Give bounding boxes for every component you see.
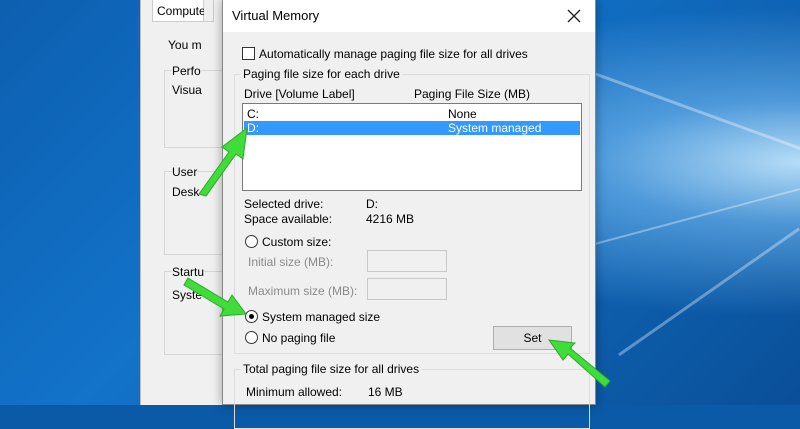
set-button[interactable]: Set: [493, 326, 572, 350]
close-icon: [567, 9, 581, 23]
maximum-size-field[interactable]: [367, 278, 447, 300]
startup-group: [164, 271, 224, 355]
selected-drive-value: D:: [366, 197, 378, 211]
dialog-title: Virtual Memory: [232, 8, 320, 23]
user-profiles-text: Desk: [172, 185, 200, 199]
minimum-allowed-label: Minimum allowed:: [246, 385, 343, 399]
tab-computer-name[interactable]: Compute: [152, 0, 206, 22]
total-paging-group: [234, 369, 590, 429]
list-item-drive-d[interactable]: D: System managed: [244, 121, 580, 135]
drive-paging-size: None: [448, 107, 477, 121]
minimum-allowed-value: 16 MB: [368, 385, 403, 399]
column-header-size: Paging File Size (MB): [414, 87, 531, 101]
space-available-label: Space available:: [244, 212, 333, 226]
drive-list[interactable]: C: None D: System managed: [242, 103, 582, 191]
no-paging-label: No paging file: [262, 331, 336, 345]
initial-size-label: Initial size (MB):: [248, 255, 334, 269]
drive-letter: C:: [247, 107, 259, 121]
intro-text: You m: [168, 38, 202, 52]
performance-group: [164, 70, 224, 148]
close-button[interactable]: [559, 2, 589, 30]
performance-text: Visua: [172, 83, 202, 97]
startup-label: Startu: [172, 265, 205, 279]
user-profiles-label: User: [172, 165, 198, 179]
user-profiles-group: [164, 171, 224, 255]
drive-paging-size: System managed: [448, 121, 542, 135]
space-available-value: 4216 MB: [366, 212, 415, 226]
system-managed-label: System managed size: [262, 310, 381, 324]
performance-label: Perfo: [172, 64, 201, 78]
paging-group-label: Paging file size for each drive: [241, 67, 402, 81]
initial-size-field[interactable]: [367, 250, 447, 272]
auto-manage-label: Automatically manage paging file size fo…: [259, 47, 528, 61]
total-group-label: Total paging file size for all drives: [241, 362, 422, 376]
system-managed-radio[interactable]: [245, 310, 258, 323]
column-header-drive: Drive [Volume Label]: [244, 87, 355, 101]
virtual-memory-dialog: Virtual Memory Automatically manage pagi…: [222, 0, 596, 429]
auto-manage-checkbox[interactable]: [242, 47, 255, 60]
maximum-size-label: Maximum size (MB):: [248, 284, 358, 298]
title-bar: Virtual Memory: [223, 0, 595, 32]
tab-hardware[interactable]: [204, 0, 214, 22]
selected-drive-label: Selected drive:: [244, 197, 324, 211]
drive-letter: D:: [247, 121, 259, 135]
startup-text: Syste: [172, 288, 203, 302]
list-item-drive-c[interactable]: C: None: [244, 107, 580, 121]
custom-size-radio[interactable]: [245, 235, 258, 248]
no-paging-radio[interactable]: [245, 331, 258, 344]
custom-size-label: Custom size:: [262, 235, 332, 249]
dialog-body: Automatically manage paging file size fo…: [223, 32, 595, 429]
